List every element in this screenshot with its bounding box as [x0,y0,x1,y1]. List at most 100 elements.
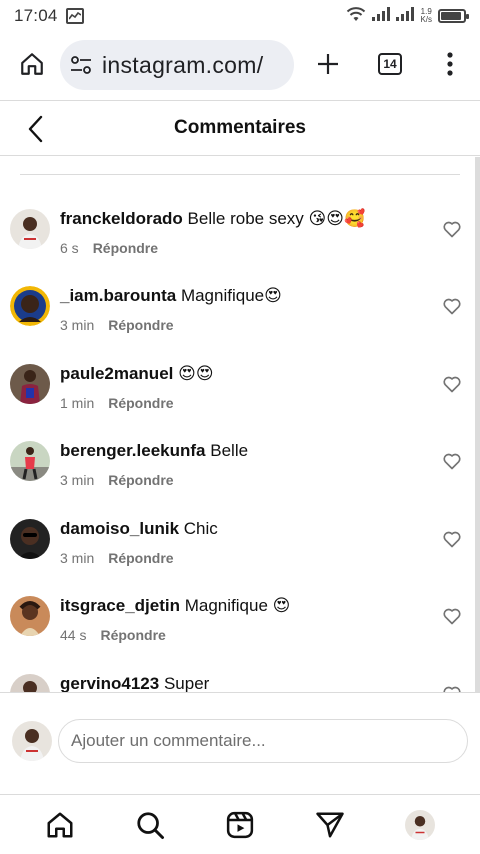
comment-body: 😍😍 [178,364,214,383]
back-button[interactable] [18,111,54,147]
comment-meta: 44 s Répondre [60,627,166,643]
comment-text: paule2manuel 😍😍 [60,364,214,384]
comment-username[interactable]: paule2manuel [60,364,173,383]
activity-monitor-icon [65,8,84,24]
heart-icon[interactable] [442,296,462,316]
heart-icon[interactable] [442,451,462,471]
plus-icon [318,54,338,74]
comment-meta: 3 min Répondre [60,317,174,333]
reply-button[interactable]: Répondre [100,627,165,643]
avatar[interactable] [10,209,50,249]
comment-meta: 3 min Répondre [60,550,174,566]
comment-body: Super [163,674,210,692]
reply-button[interactable]: Répondre [93,240,158,256]
scrollbar[interactable] [475,157,480,692]
comment-body: Chic [183,519,218,538]
network-speed-unit: K/s [420,15,432,24]
comment-meta: 3 min Répondre [60,472,174,488]
comment-item: berenger.leekunfa Belle 3 min Répondre [0,441,480,511]
comment-body: Magnifique😍 [180,286,282,305]
reply-button[interactable]: Répondre [108,395,173,411]
avatar[interactable] [10,674,50,692]
tab-count: 14 [378,53,402,75]
caption-divider [20,174,460,175]
avatar[interactable] [10,364,50,404]
network-speed: 1.9 K/s [420,8,432,24]
comment-composer [0,692,480,794]
avatar[interactable] [10,286,50,326]
battery-icon [438,9,469,23]
send-icon [316,812,344,838]
home-icon [47,812,73,838]
chevron-left-icon [28,115,43,143]
comment-time: 3 min [60,317,95,333]
url-text[interactable]: instagram.com/ [102,52,263,79]
nav-reels-button[interactable] [222,807,258,843]
comment-meta: 1 min Répondre [60,395,174,411]
heart-icon[interactable] [442,374,462,394]
comment-username[interactable]: damoiso_lunik [60,519,179,538]
comment-body: Magnifique 😍 [184,596,291,615]
signal-strength-icon-2 [396,6,415,26]
tab-switcher-button[interactable]: 14 [370,44,410,84]
avatar[interactable] [10,519,50,559]
comment-username[interactable]: itsgrace_djetin [60,596,180,615]
signal-strength-icon [372,6,391,26]
comment-body: Belle [210,441,249,460]
comment-input[interactable] [58,719,468,763]
profile-avatar [405,810,435,840]
reply-button[interactable]: Répondre [108,317,173,333]
new-tab-button[interactable] [308,44,348,84]
nav-profile-button[interactable] [402,807,438,843]
reply-button[interactable]: Répondre [108,550,173,566]
comment-time: 1 min [60,395,95,411]
current-user-avatar [12,721,52,761]
comment-time: 44 s [60,627,87,643]
comment-text: itsgrace_djetin Magnifique 😍 [60,596,290,616]
page-title: Commentaires [174,117,306,138]
comment-username[interactable]: gervino4123 [60,674,159,692]
browser-toolbar: instagram.com/ 14 [0,32,480,100]
comment-time: 3 min [60,472,95,488]
heart-icon[interactable] [442,606,462,626]
home-icon [21,53,43,75]
address-bar[interactable]: instagram.com/ [60,40,294,90]
page-header: Commentaires [0,100,480,156]
avatar[interactable] [10,441,50,481]
heart-icon[interactable] [442,529,462,549]
comment-text: gervino4123 Super [60,674,209,692]
battery-level [441,12,461,20]
comment-item: paule2manuel 😍😍 1 min Répondre [0,364,480,434]
status-bar: 17:04 1.9 K/s [0,0,480,32]
comment-body: Belle robe sexy 😘😍🥰 [187,209,366,228]
comment-time: 6 s [60,240,79,256]
nav-search-button[interactable] [132,807,168,843]
bottom-nav [0,794,480,854]
heart-icon[interactable] [442,219,462,239]
comment-item: itsgrace_djetin Magnifique 😍 44 s Répondr… [0,596,480,666]
comment-username[interactable]: _iam.barounta [60,286,176,305]
comment-username[interactable]: franckeldorado [60,209,183,228]
heart-icon[interactable] [442,684,462,692]
more-vertical-icon [447,52,453,76]
wifi-icon [346,6,366,27]
site-settings-icon[interactable] [68,52,94,78]
nav-messages-button[interactable] [312,807,348,843]
home-button[interactable] [12,44,52,84]
comment-meta: 6 s Répondre [60,240,158,256]
comment-item: gervino4123 Super [0,674,480,692]
reels-icon [226,811,254,839]
comment-time: 3 min [60,550,95,566]
browser-menu-button[interactable] [432,44,468,84]
nav-home-button[interactable] [42,807,78,843]
comment-username[interactable]: berenger.leekunfa [60,441,206,460]
comment-text: damoiso_lunik Chic [60,519,218,539]
comment-text: berenger.leekunfa Belle [60,441,248,461]
reply-button[interactable]: Répondre [108,472,173,488]
search-icon [137,812,164,839]
comment-text: _iam.barounta Magnifique😍 [60,286,282,306]
status-time: 17:04 [14,6,58,25]
avatar[interactable] [10,596,50,636]
comments-list[interactable]: franckeldorado Belle robe sexy 😘😍🥰 6 s Ré… [0,157,480,692]
comment-text: franckeldorado Belle robe sexy 😘😍🥰 [60,209,365,229]
